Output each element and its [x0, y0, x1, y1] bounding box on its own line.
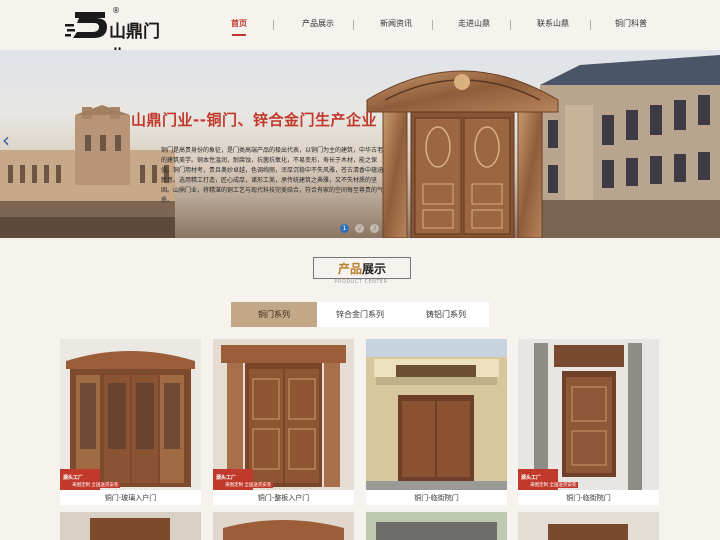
product-image — [213, 339, 354, 490]
product-caption[interactable]: 铜门-临街院门 — [518, 493, 659, 503]
product-card[interactable]: 源头工厂 来图定制 全国送货安装 铜门-整板入户门 — [213, 339, 354, 505]
product-image — [366, 339, 507, 490]
banner-dot-2[interactable]: 2 — [355, 224, 364, 233]
nav-label: 走进山鼎 — [458, 19, 490, 28]
promo-strip: 来图定制 全国送货安装 — [223, 482, 274, 488]
product-image — [60, 339, 201, 490]
product-caption[interactable]: 铜门-临街院门 — [366, 493, 507, 503]
section-heading: 产品展示 — [313, 257, 411, 279]
copper-door-image — [366, 70, 559, 238]
product-image — [366, 512, 507, 540]
section-heading-part2: 展示 — [362, 262, 387, 276]
palace-right-image — [540, 55, 720, 238]
banner-dot-1[interactable]: 1 — [340, 224, 349, 233]
banner-dot-3[interactable]: 3 — [370, 224, 379, 233]
product-caption[interactable]: 铜门-玻璃入户门 — [60, 493, 201, 503]
product-card[interactable]: 源头工厂 来图定制 全国送货安装 铜门-临街院门 — [518, 339, 659, 505]
tab-cast-aluminum-doors[interactable]: 铸铝门系列 — [403, 302, 489, 327]
product-caption[interactable]: 铜门-整板入户门 — [213, 493, 354, 503]
site-header: ® 山鼎门业 首页 产品展示 新闻资讯 走进山鼎 联系山鼎 铜门科普 — [0, 0, 720, 67]
nav-divider — [510, 20, 511, 30]
nav-label: 联系山鼎 — [537, 19, 569, 28]
nav-divider — [353, 20, 354, 30]
registered-mark: ® — [112, 6, 120, 15]
factory-badge: 源头工厂 — [216, 475, 237, 481]
nav-divider — [432, 20, 433, 30]
nav-label: 产品展示 — [302, 19, 334, 28]
product-card[interactable]: 源头工厂 来图定制 全国送货安装 铜门-玻璃入户门 — [60, 339, 201, 505]
nav-item-home[interactable]: 首页 — [216, 0, 262, 48]
nav-item-news[interactable]: 新闻资讯 — [368, 0, 424, 48]
product-card-partial[interactable] — [366, 512, 507, 540]
tab-zinc-alloy-doors[interactable]: 锌合金门系列 — [317, 302, 403, 327]
nav-item-contact[interactable]: 联系山鼎 — [525, 0, 581, 48]
product-image — [60, 512, 201, 540]
hero-banner[interactable]: 山鼎门业--铜门、锌合金门生产企业 铜门是高贵身份的象征，是门类高端产品的极出代… — [0, 50, 720, 238]
product-card[interactable]: 铜门-临街院门 — [366, 339, 507, 505]
product-card-partial[interactable] — [60, 512, 201, 540]
logo-mark-icon — [65, 12, 107, 38]
nav-item-about[interactable]: 走进山鼎 — [446, 0, 502, 48]
brand-logo[interactable]: ® 山鼎门业 — [65, 6, 165, 67]
nav-divider — [273, 20, 274, 30]
product-image — [518, 512, 659, 540]
nav-label: 铜门科普 — [615, 19, 647, 28]
banner-description: 铜门是高贵身份的象征，是门类高端产品的极出代表，以铜门为主的建筑，中华古老的建筑… — [161, 147, 384, 204]
promo-strip: 来图定制 全国送货安装 — [528, 482, 579, 488]
section-heading-part1: 产品 — [337, 262, 362, 276]
product-image — [213, 512, 354, 540]
product-tabs: 铜门系列 锌合金门系列 铸铝门系列 — [231, 302, 489, 327]
factory-badge: 源头工厂 — [521, 475, 542, 481]
nav-item-science[interactable]: 铜门科普 — [603, 0, 659, 48]
nav-divider — [590, 20, 591, 30]
nav-active-underline — [232, 34, 246, 36]
tab-copper-doors[interactable]: 铜门系列 — [231, 302, 317, 327]
banner-title: 山鼎门业--铜门、锌合金门生产企业 — [131, 111, 377, 129]
chevron-left-icon[interactable]: ‹ — [2, 130, 10, 150]
section-subtitle: PRODUCT CENTER — [334, 279, 388, 285]
promo-strip: 来图定制 全国送货安装 — [70, 482, 121, 488]
nav-item-products[interactable]: 产品展示 — [290, 0, 346, 48]
product-card-partial[interactable] — [518, 512, 659, 540]
nav-label: 新闻资讯 — [380, 19, 412, 28]
product-image — [518, 339, 659, 490]
product-card-partial[interactable] — [213, 512, 354, 540]
factory-badge: 源头工厂 — [63, 475, 84, 481]
nav-label: 首页 — [231, 19, 247, 28]
